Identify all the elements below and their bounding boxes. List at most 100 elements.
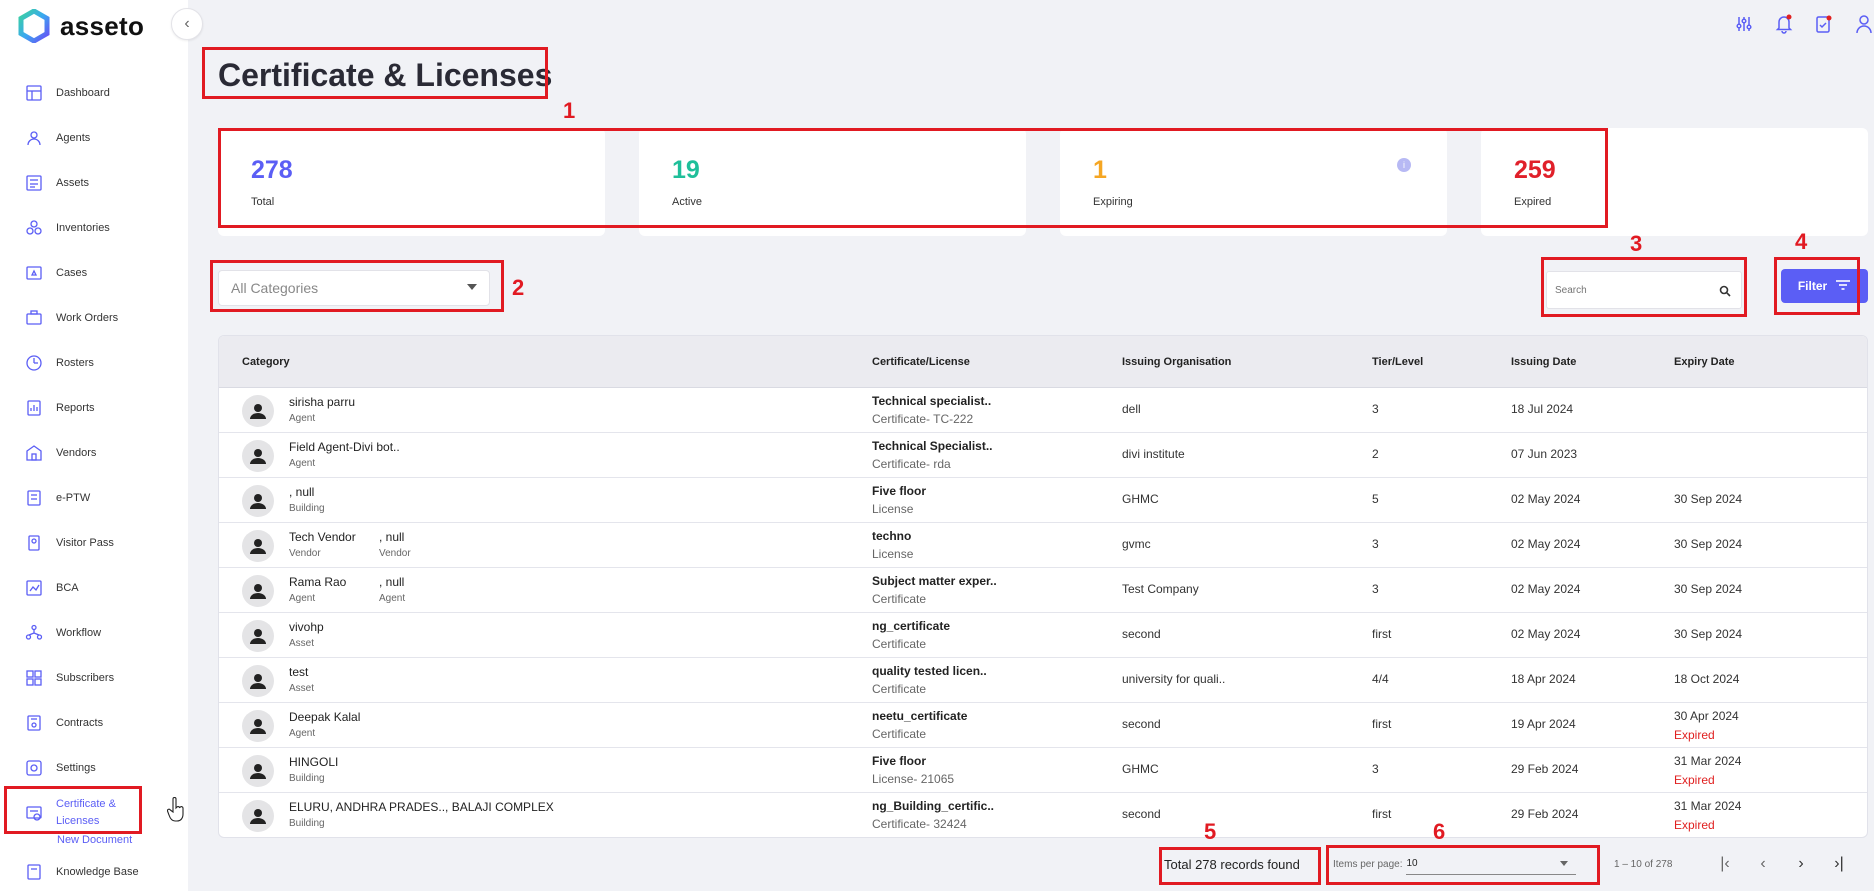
filter-label: Filter bbox=[1797, 279, 1828, 293]
header-certificate[interactable]: Certificate/License bbox=[872, 356, 970, 368]
table-row[interactable]: sirisha parru Agent Technical specialist..… bbox=[219, 388, 1867, 433]
category-name: Tech Vendor bbox=[289, 530, 356, 544]
last-page-icon[interactable]: ›| bbox=[1831, 855, 1847, 873]
header-issuing-date[interactable]: Issuing Date bbox=[1511, 356, 1576, 368]
avatar bbox=[242, 530, 274, 562]
category-select-value: All Categories bbox=[231, 280, 319, 296]
category-type: Building bbox=[289, 503, 325, 514]
sidebar-item-assets[interactable]: Assets bbox=[0, 160, 188, 205]
search-icon[interactable] bbox=[1719, 284, 1731, 302]
category-name: test bbox=[289, 665, 309, 679]
category-select[interactable]: All Categories bbox=[218, 270, 490, 306]
category-name: Field Agent-Divi bot.. bbox=[289, 440, 400, 454]
avatar bbox=[242, 710, 274, 742]
sidebar-item-workflow[interactable]: Workflow bbox=[0, 610, 188, 655]
category-name: Deepak Kalal bbox=[289, 710, 361, 724]
sidebar-item-settings[interactable]: Settings bbox=[0, 745, 188, 790]
sidebar-item-agents[interactable]: Agents bbox=[0, 115, 188, 160]
stat-label: Expired bbox=[1514, 196, 1552, 208]
collapse-sidebar-button[interactable]: ‹ bbox=[171, 8, 203, 40]
sidebar-subitem-new-document[interactable]: New Document bbox=[57, 834, 132, 846]
table-row[interactable]: , null Building Five floor License GHMC 5 02 M… bbox=[219, 478, 1867, 523]
tier-level: first bbox=[1372, 717, 1392, 731]
bca-icon bbox=[24, 578, 44, 598]
sidebar-item-rosters[interactable]: Rosters bbox=[0, 340, 188, 385]
caret-down-icon bbox=[1560, 861, 1569, 866]
certificate-name: Technical specialist.. bbox=[872, 394, 992, 408]
reports-icon bbox=[24, 398, 44, 418]
table-row[interactable]: vivohp Asset ng_certificate Certificate seco… bbox=[219, 613, 1867, 658]
issuing-organisation: second bbox=[1122, 627, 1161, 641]
sidebar-item-label: e-PTW bbox=[56, 491, 91, 504]
issuing-date: 02 May 2024 bbox=[1511, 627, 1581, 641]
sliders-icon[interactable] bbox=[1734, 12, 1754, 36]
avatar bbox=[242, 440, 274, 472]
issuing-organisation: gvmc bbox=[1122, 537, 1151, 551]
notification-bell-icon[interactable] bbox=[1774, 12, 1794, 36]
items-per-page-select[interactable]: 10 bbox=[1406, 853, 1577, 875]
search-input[interactable] bbox=[1547, 272, 1707, 308]
info-icon[interactable]: i bbox=[1397, 158, 1411, 172]
stat-card-expiring: 1 Expiring i bbox=[1060, 128, 1447, 236]
user-profile-icon[interactable] bbox=[1854, 12, 1874, 36]
sidebar-item-subscribers[interactable]: Subscribers bbox=[0, 655, 188, 700]
sidebar-item-dashboard[interactable]: Dashboard bbox=[0, 70, 188, 115]
previous-page-icon[interactable]: ‹ bbox=[1755, 855, 1771, 873]
items-per-page: Items per page: 10 bbox=[1333, 853, 1577, 875]
records-count: Total 278 records found bbox=[1164, 857, 1300, 872]
certificate-name: techno bbox=[872, 529, 912, 543]
sidebar-item-label: Dashboard bbox=[56, 86, 110, 99]
visitor-pass-icon bbox=[24, 533, 44, 553]
header-category[interactable]: Category bbox=[242, 356, 290, 368]
stats-row: 278 Total 19 Active 1 Expiring i 259 Exp… bbox=[218, 128, 1868, 236]
table-row[interactable]: ELURU, ANDHRA PRADES.., BALAJI COMPLEX Bu… bbox=[219, 793, 1867, 837]
page-range: 1 – 10 of 278 bbox=[1614, 859, 1673, 870]
sidebar-item-cases[interactable]: Cases bbox=[0, 250, 188, 295]
table-row[interactable]: Deepak Kalal Agent neetu_certificate Certif… bbox=[219, 703, 1867, 748]
stat-value: 1 bbox=[1093, 156, 1107, 184]
category-type: Vendor bbox=[289, 548, 321, 559]
sidebar-item-contracts[interactable]: Contracts bbox=[0, 700, 188, 745]
header-tier[interactable]: Tier/Level bbox=[1372, 356, 1423, 368]
expiry-date: 30 Sep 2024 bbox=[1674, 537, 1743, 551]
filter-button[interactable]: Filter bbox=[1781, 269, 1868, 303]
vendors-icon bbox=[24, 443, 44, 463]
certificate-subtitle: License- 21065 bbox=[872, 772, 955, 786]
sidebar-item-bca[interactable]: BCA bbox=[0, 565, 188, 610]
table-row[interactable]: HINGOLI Building Five floor License- 21065 G… bbox=[219, 748, 1867, 793]
sidebar-item-label: Cases bbox=[56, 266, 88, 279]
issuing-date: 18 Apr 2024 bbox=[1511, 672, 1576, 686]
avatar bbox=[242, 395, 274, 427]
sidebar-item-reports[interactable]: Reports bbox=[0, 385, 188, 430]
sidebar-item-knowledge-base[interactable]: Knowledge Base bbox=[0, 859, 188, 885]
sidebar-item-e-ptw[interactable]: e-PTW bbox=[0, 475, 188, 520]
header-expiry-date[interactable]: Expiry Date bbox=[1674, 356, 1735, 368]
next-page-icon[interactable]: › bbox=[1793, 855, 1809, 873]
header-issuing-org[interactable]: Issuing Organisation bbox=[1122, 356, 1231, 368]
table-row[interactable]: test Asset quality tested licen.. Certifica… bbox=[219, 658, 1867, 703]
certificate-name: ng_certificate bbox=[872, 619, 951, 633]
caret-down-icon bbox=[467, 284, 477, 290]
certificate-name: Five floor bbox=[872, 754, 927, 768]
sidebar-item-certificate[interactable]: Certificate & Licenses bbox=[0, 790, 188, 835]
avatar bbox=[242, 575, 274, 607]
avatar bbox=[242, 620, 274, 652]
issuing-date: 29 Feb 2024 bbox=[1511, 762, 1579, 776]
tasks-icon[interactable] bbox=[1814, 12, 1834, 36]
search-field[interactable] bbox=[1546, 271, 1742, 309]
sidebar-item-visitor-pass[interactable]: Visitor Pass bbox=[0, 520, 188, 565]
category-type: Building bbox=[289, 773, 325, 784]
table-row[interactable]: Tech Vendor Vendor , null Vendor techno Licen… bbox=[219, 523, 1867, 568]
expiry-status: Expired bbox=[1674, 728, 1715, 742]
sidebar-item-work-orders[interactable]: Work Orders bbox=[0, 295, 188, 340]
annotation-label: 4 bbox=[1795, 229, 1808, 254]
tier-level: 4/4 bbox=[1372, 672, 1389, 686]
assets-icon bbox=[24, 173, 44, 193]
sidebar-item-inventories[interactable]: Inventories bbox=[0, 205, 188, 250]
sidebar-item-vendors[interactable]: Vendors bbox=[0, 430, 188, 475]
avatar bbox=[242, 665, 274, 697]
table-row[interactable]: Rama Rao Agent , null Agent Subject matter e… bbox=[219, 568, 1867, 613]
first-page-icon[interactable]: |‹ bbox=[1717, 855, 1733, 873]
sidebar-item-label: Reports bbox=[56, 401, 95, 414]
table-row[interactable]: Field Agent-Divi bot.. Agent Technical Spe… bbox=[219, 433, 1867, 478]
